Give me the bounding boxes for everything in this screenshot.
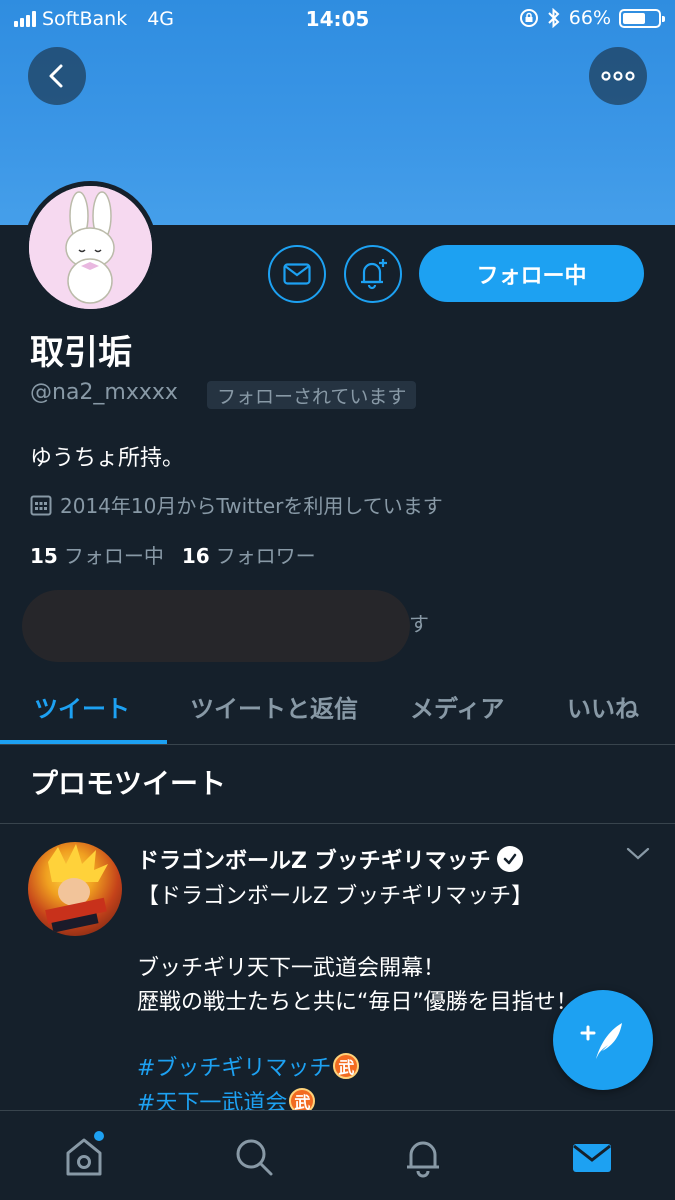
promo-author[interactable]: ドラゴンボールZ ブッチギリマッチ: [137, 843, 523, 875]
status-bar-right: 66%: [519, 7, 665, 29]
tab-tweets[interactable]: ツイート: [34, 689, 130, 724]
nav-search[interactable]: [232, 1135, 276, 1183]
back-arrow-icon: [49, 64, 63, 88]
chevron-down-icon: [626, 847, 650, 860]
promo-line-3: 歴戦の戦士たちと共に“毎日”優勝を目指せ！: [137, 990, 578, 1015]
bu-emoji-icon: 武: [333, 1053, 360, 1079]
tab-tweets-and-replies[interactable]: ツイートと返信: [190, 689, 358, 724]
more-button[interactable]: [589, 47, 647, 105]
bell-plus-icon: [361, 259, 387, 290]
profile-name: 取引垢: [30, 333, 132, 373]
mail-icon: [283, 263, 311, 285]
promo-line-1: 【ドラゴンボールZ ブッチギリマッチ】: [137, 884, 534, 909]
verified-badge-icon: [496, 846, 523, 872]
bottom-navigation: [0, 1110, 675, 1200]
follow-counts: 15 フォロー中 16 フォロワー: [30, 540, 316, 569]
bluetooth-icon: [548, 8, 560, 28]
promo-line-2: ブッチギリ天下一武道会開幕！: [137, 956, 446, 981]
message-button[interactable]: [268, 245, 326, 303]
nav-home[interactable]: [62, 1135, 106, 1183]
redacted-tail-text: す: [409, 612, 429, 636]
hashtag-link[interactable]: #ブッチギリマッチ 武: [137, 1050, 360, 1082]
status-bar: SoftBank 4G 14:05 66%: [0, 0, 675, 38]
notifications-button[interactable]: [344, 245, 402, 303]
section-title: プロモツイート: [30, 767, 227, 800]
bell-icon: [407, 1141, 439, 1178]
battery-icon: [619, 8, 665, 28]
tab-likes[interactable]: いいね: [567, 689, 639, 724]
joined-date: 2014年10月からTwitterを利用しています: [30, 490, 443, 519]
battery-percent: 66%: [568, 7, 611, 29]
followers-count[interactable]: 16 フォロワー: [182, 540, 316, 569]
following-count[interactable]: 15 フォロー中: [30, 540, 164, 569]
feather-plus-icon: [580, 1023, 622, 1059]
home-icon: [66, 1138, 102, 1176]
mail-icon: [573, 1144, 611, 1172]
back-button[interactable]: [28, 47, 86, 105]
joined-text: 2014年10月からTwitterを利用しています: [60, 494, 443, 518]
tab-media[interactable]: メディア: [410, 689, 504, 724]
nav-notifications[interactable]: [401, 1135, 445, 1183]
search-icon: [236, 1139, 273, 1176]
compose-tweet-button[interactable]: [553, 990, 653, 1090]
hashtag-text: #ブッチギリマッチ: [137, 1056, 332, 1081]
active-tab-indicator: [0, 740, 167, 744]
new-content-dot: [94, 1131, 104, 1141]
promo-author-name: ドラゴンボールZ ブッチギリマッチ: [137, 849, 491, 874]
rotation-lock-icon: [519, 9, 538, 27]
following-button[interactable]: フォロー中: [419, 245, 644, 302]
promo-avatar[interactable]: [28, 842, 122, 936]
section-divider: [0, 823, 675, 824]
tweet-menu-button[interactable]: [626, 846, 650, 865]
bunny-avatar-image: [29, 186, 152, 309]
profile-tabs: ツイート ツイートと返信 メディア いいね: [0, 675, 675, 745]
nav-messages[interactable]: [570, 1135, 614, 1183]
profile-bio: ゆうちょ所持。: [30, 446, 185, 471]
follows-you-badge: フォローされています: [207, 381, 417, 409]
profile-avatar[interactable]: [24, 181, 157, 314]
redacted-area: [22, 590, 410, 662]
game-character-image: [45, 844, 108, 933]
more-dots-icon: [601, 71, 635, 81]
calendar-icon: [30, 495, 52, 515]
profile-handle: @na2_mxxxx: [30, 380, 178, 405]
